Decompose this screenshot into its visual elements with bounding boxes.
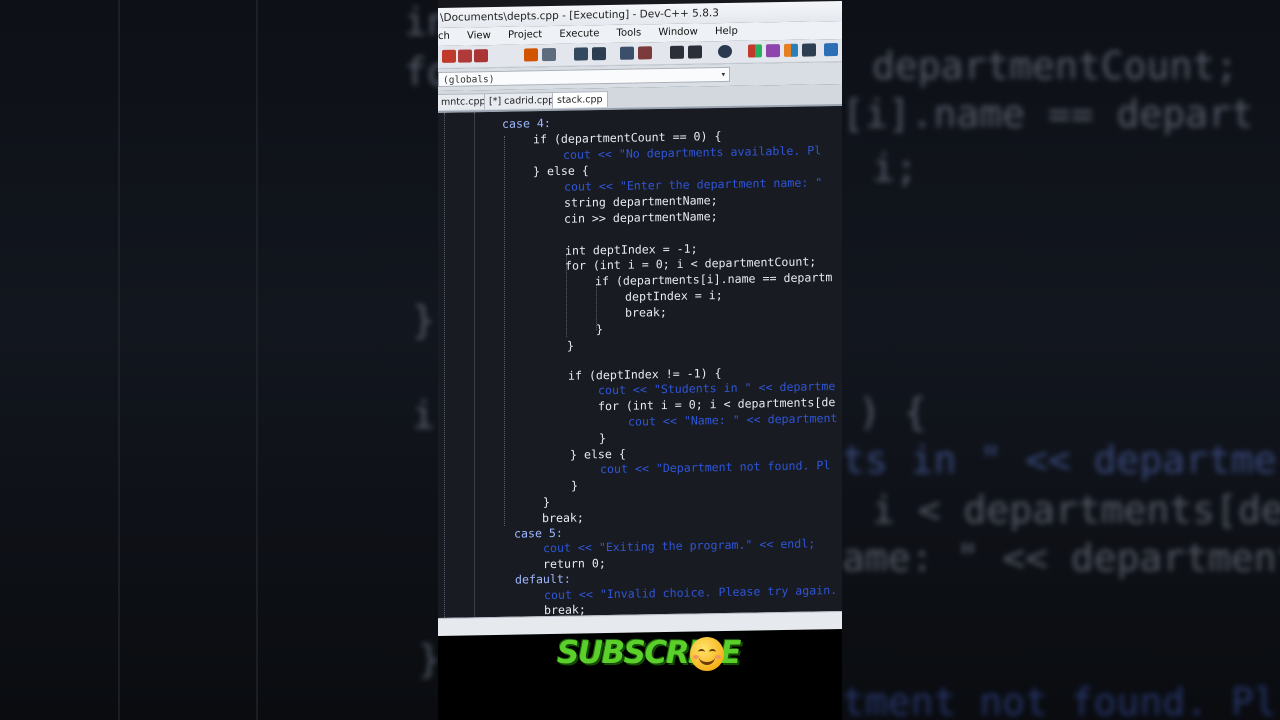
right-blurred-background: departmentCount; [i].name == depart i; )…	[842, 0, 1280, 720]
grid-icon[interactable]	[802, 43, 816, 57]
code-line: cout << "Exiting the program." << endl;	[543, 536, 816, 556]
code-line: default:	[515, 571, 571, 587]
code-editor[interactable]: case 4: if (departmentCount == 0) { cout…	[438, 105, 842, 622]
stop-icon[interactable]	[638, 46, 652, 60]
debug-icon[interactable]	[620, 46, 634, 60]
code-line: }	[571, 478, 578, 493]
menu-view[interactable]: View	[467, 30, 491, 41]
code-line: cout << "Department not found. Pl	[600, 458, 831, 477]
code-line: case 5:	[514, 525, 563, 541]
compile-icon[interactable]	[442, 49, 456, 63]
code-line: break;	[625, 305, 667, 320]
menu-tools[interactable]: Tools	[617, 27, 642, 38]
search-icon[interactable]	[574, 47, 588, 61]
tab-stack[interactable]: stack.cpp	[552, 91, 608, 109]
compile-run-icon[interactable]	[474, 49, 488, 63]
code-line: case 4:	[502, 116, 551, 131]
code-line: }	[567, 338, 574, 353]
dev-cpp-window: \Documents\depts.cpp - [Executing] - Dev…	[438, 0, 842, 636]
tab-cadrid[interactable]: [*] cadrid.cpp	[484, 91, 560, 110]
blurred-fragment: [i].name == depart	[842, 92, 1254, 136]
indent-guide	[444, 112, 445, 621]
redo-icon[interactable]	[542, 47, 556, 62]
code-line: cout << "Invalid choice. Please try agai…	[544, 583, 838, 603]
blurred-fragment: i < departments[de	[872, 488, 1280, 532]
code-line: cout << "Enter the department name: "	[564, 175, 823, 194]
blurred-fragment: }	[418, 637, 438, 681]
blurred-fragment: fo	[404, 50, 438, 94]
menu-execute[interactable]: Execute	[559, 28, 599, 40]
blurred-fragment: }	[412, 298, 435, 342]
indent-icon[interactable]	[670, 45, 684, 59]
video-frame: \Documents\depts.cpp - [Executing] - Dev…	[438, 0, 842, 720]
emoji-mouth	[699, 654, 715, 665]
chevron-down-icon: ▾	[720, 69, 726, 81]
bookmark-icon[interactable]	[718, 44, 732, 59]
code-line: } else {	[570, 446, 626, 462]
indent-guide	[504, 135, 505, 526]
blurred-fragment: ame: " << department	[842, 536, 1280, 580]
blurred-fragment: tment not found. Pl	[842, 680, 1277, 720]
code-line: if (departments[i].name == departm	[595, 270, 833, 289]
check-icon[interactable]	[824, 43, 838, 57]
code-line: } else {	[533, 163, 589, 179]
emoji-cheek	[715, 655, 721, 659]
replace-icon[interactable]	[592, 47, 606, 61]
right-blurred-code: departmentCount; [i].name == depart i; )…	[842, 0, 1280, 720]
undo-icon[interactable]	[524, 48, 538, 62]
menu-project[interactable]: Project	[508, 29, 542, 41]
code-line: break;	[542, 510, 584, 526]
class-browser-icon[interactable]	[748, 44, 762, 58]
menu-window[interactable]: Window	[658, 26, 697, 38]
scope-dropdown[interactable]: (globals) ▾	[438, 66, 730, 87]
unindent-icon[interactable]	[688, 45, 702, 59]
blurred-fragment: i;	[872, 146, 918, 190]
code-line: cout << "No departments available. Pl	[563, 143, 822, 162]
blurred-fragment: departmentCount;	[872, 44, 1239, 88]
run-icon[interactable]	[458, 49, 472, 63]
indent-guide	[474, 112, 475, 621]
options-icon[interactable]	[784, 43, 798, 57]
blurred-fragment: i	[412, 393, 435, 437]
code-line: cout << "Name: " << department	[628, 411, 838, 429]
code-line: }	[596, 322, 603, 337]
code-line: }	[599, 431, 606, 446]
menu-search[interactable]: ch	[438, 31, 450, 42]
code-line: cin >> departmentName;	[564, 209, 718, 226]
blurred-fragment: in	[404, 0, 438, 44]
code-line: return 0;	[543, 556, 606, 572]
menu-help[interactable]: Help	[715, 26, 738, 37]
left-blurred-background: in fo } i }	[0, 0, 438, 720]
smiling-face-icon	[690, 637, 724, 671]
blurred-fragment: ) {	[858, 390, 927, 434]
tab-mntc[interactable]: mntc.cpp	[438, 93, 491, 111]
code-line: }	[543, 495, 550, 510]
code-line: deptIndex = i;	[625, 288, 723, 304]
window-icon[interactable]	[766, 44, 780, 58]
blurred-fragment: ts in " << departme	[842, 438, 1277, 482]
scope-value: (globals)	[443, 74, 495, 86]
left-blurred-code: in fo } i }	[0, 0, 438, 720]
